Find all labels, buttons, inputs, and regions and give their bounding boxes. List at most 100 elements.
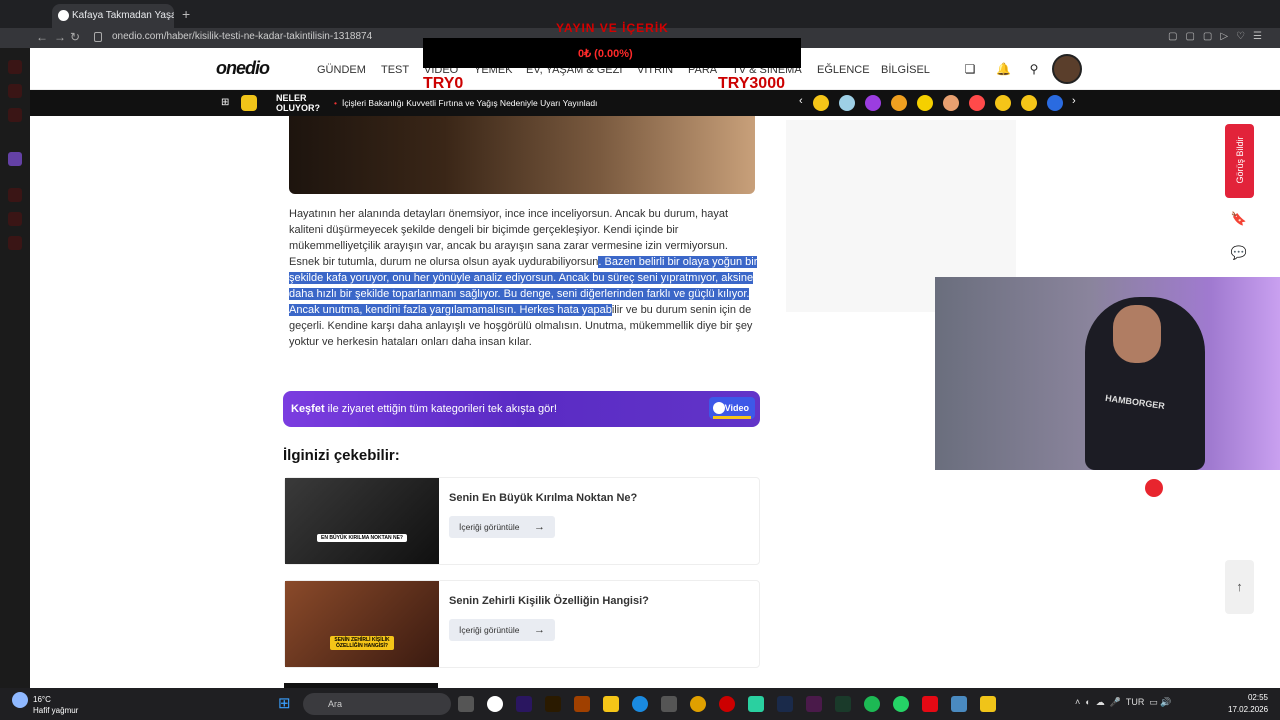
arrow-right-icon: → [534, 624, 545, 636]
brand-logo-icon [1145, 479, 1163, 497]
emoji-glasses-icon[interactable] [917, 95, 933, 111]
weather-widget[interactable]: 16°C Hafif yağmur [12, 692, 78, 715]
sidebar-app-icon[interactable] [8, 84, 22, 98]
chevron-left-icon[interactable]: ‹ [799, 95, 803, 107]
neler-oluyor-icon [241, 95, 257, 111]
chat-icon[interactable]: ❏ [963, 62, 977, 76]
sidebar-app-icon[interactable] [8, 236, 22, 250]
emoji-face-icon[interactable] [943, 95, 959, 111]
twitch-icon[interactable] [8, 152, 22, 166]
taskbar-search[interactable]: Ara [303, 693, 451, 715]
file-explorer-icon[interactable] [603, 696, 619, 712]
sidebar-app-icon[interactable] [8, 60, 22, 74]
sidebar-app-icon[interactable] [8, 108, 22, 122]
comments-icon[interactable]: 💬 [1229, 245, 1249, 265]
overlay-goal-end: TRY3000 [718, 75, 785, 92]
emoji-badge-icon[interactable] [1047, 95, 1063, 111]
windows-start-icon[interactable]: ⊞ [278, 696, 294, 712]
feedback-button[interactable]: Görüş Bildir [1225, 124, 1254, 198]
emoji-snow-icon[interactable] [839, 95, 855, 111]
temperature: 16°C [33, 695, 51, 704]
sidebar-app-icon[interactable] [8, 188, 22, 202]
chevron-right-icon[interactable]: › [1072, 95, 1076, 107]
related-title[interactable]: Senin En Büyük Kırılma Noktan Ne? [449, 492, 637, 504]
sidebar-app-icon[interactable] [8, 212, 22, 226]
emoji-laugh-icon[interactable] [813, 95, 829, 111]
left-sidebar-strip [0, 48, 30, 688]
emoji-smile-icon[interactable] [1021, 95, 1037, 111]
grid-icon[interactable]: ⊞ [221, 97, 232, 108]
tab-title: Kafaya Takmadan Yaşayab [72, 10, 174, 21]
url-field[interactable]: onedio.com/haber/kisilik-testi-ne-kadar-… [112, 31, 372, 42]
app-icon[interactable] [951, 696, 967, 712]
view-content-button[interactable]: İçeriği görüntüle → [449, 516, 555, 538]
kesfet-banner[interactable]: Keşfet ile ziyaret ettiğin tüm kategoril… [283, 391, 760, 427]
opera-icon[interactable] [719, 696, 735, 712]
nav-item-bilgisel[interactable]: BİLGİSEL [881, 64, 930, 76]
emoji-sad-icon[interactable] [995, 95, 1011, 111]
related-card[interactable]: EN BÜYÜK KIRILMA NOKTAN NE? Senin En Büy… [284, 477, 760, 565]
illustrator-icon[interactable] [545, 696, 561, 712]
overlay-amount: 0₺ (0.00%) [578, 48, 633, 60]
app-icon[interactable] [574, 696, 590, 712]
nav-item-test[interactable]: TEST [381, 64, 409, 76]
app-icon[interactable] [748, 696, 764, 712]
related-thumbnail[interactable]: SENİN ZEHİRLİ KİŞİLİK ÖZELLİĞİN HANGİSİ? [285, 581, 439, 667]
arrow-right-icon: → [534, 521, 545, 533]
button-label: İçeriği görüntüle [459, 522, 520, 532]
view-content-button[interactable]: İçeriği görüntüle → [449, 619, 555, 641]
whatsapp-icon[interactable] [893, 696, 909, 712]
browser-tab-active[interactable]: Kafaya Takmadan Yaşayab [52, 4, 174, 28]
clock[interactable]: 02:55 17.02.2026 [1228, 692, 1268, 716]
back-icon[interactable]: ← [36, 30, 48, 44]
related-title[interactable]: Senin Zehirli Kişilik Özelliğin Hangisi? [449, 595, 649, 607]
search-icon[interactable]: ⚲ [1027, 62, 1041, 76]
forward-icon[interactable]: → [54, 30, 66, 44]
bell-icon[interactable]: 🔔 [996, 62, 1011, 76]
streamer-face [1113, 305, 1161, 363]
nav-item-eglence[interactable]: EĞLENCE [817, 64, 870, 76]
task-view-icon[interactable] [458, 696, 474, 712]
emoji-love-icon[interactable] [969, 95, 985, 111]
input-language[interactable]: TUR [1126, 697, 1145, 707]
news-headline[interactable]: İçişleri Bakanlığı Kuvvetli Fırtına ve Y… [334, 98, 597, 108]
system-tray[interactable]: ˄ ◐ ☁ 🎤 TUR ▭ 🔊 [1075, 697, 1172, 708]
feedback-label: Görüş Bildir [1235, 136, 1245, 184]
app-icon[interactable] [835, 696, 851, 712]
emoji-pop-icon[interactable] [865, 95, 881, 111]
overlay-title: YAYIN VE İÇERİK [556, 21, 669, 35]
premiere-icon[interactable] [516, 696, 532, 712]
emoji-wow-icon[interactable] [891, 95, 907, 111]
edge-icon[interactable] [632, 696, 648, 712]
steam-icon[interactable] [777, 696, 793, 712]
related-heading: İlginizi çekebilir: [283, 447, 400, 464]
windows-taskbar: 16°C Hafif yağmur ⊞ Ara ˄ ◐ ☁ 🎤 TUR ▭ 🔊 … [0, 688, 1280, 720]
new-tab-icon[interactable]: + [182, 6, 190, 22]
nav-item-gundem[interactable]: GÜNDEM [317, 64, 366, 76]
time: 02:55 [1247, 693, 1268, 702]
related-thumbnail[interactable]: EN BÜYÜK KIRILMA NOKTAN NE? [285, 478, 439, 564]
bookmark-icon[interactable]: 🔖 [1229, 211, 1249, 231]
related-card[interactable]: SENİN ZEHİRLİ KİŞİLİK ÖZELLİĞİN HANGİSİ?… [284, 580, 760, 668]
button-label: İçeriği görüntüle [459, 625, 520, 635]
onedio-logo[interactable]: onedio [216, 58, 270, 79]
app-icon[interactable] [980, 696, 996, 712]
weather-icon [12, 692, 28, 708]
reload-icon[interactable]: ↻ [70, 30, 80, 44]
extension-icons[interactable]: ▢▢▢▷♡☰ [1168, 31, 1270, 42]
spotify-icon[interactable] [864, 696, 880, 712]
thumb-label: EN BÜYÜK KIRILMA NOKTAN NE? [317, 534, 407, 542]
avatar[interactable] [1052, 54, 1082, 84]
chatgpt-icon[interactable] [487, 696, 503, 712]
chrome-icon[interactable] [690, 696, 706, 712]
video-badge: Video [709, 397, 755, 419]
onedio-favicon-icon [58, 10, 69, 21]
date: 17.02.2026 [1228, 705, 1269, 714]
kesfet-text: ile ziyaret ettiğin tüm kategorileri tek… [324, 403, 557, 415]
store-icon[interactable] [661, 696, 677, 712]
article-image [289, 116, 755, 194]
scroll-to-top-button[interactable]: ↑ [1225, 560, 1254, 614]
overlay-goal-start: TRY0 [423, 75, 464, 92]
netflix-icon[interactable] [922, 696, 938, 712]
app-icon[interactable] [806, 696, 822, 712]
